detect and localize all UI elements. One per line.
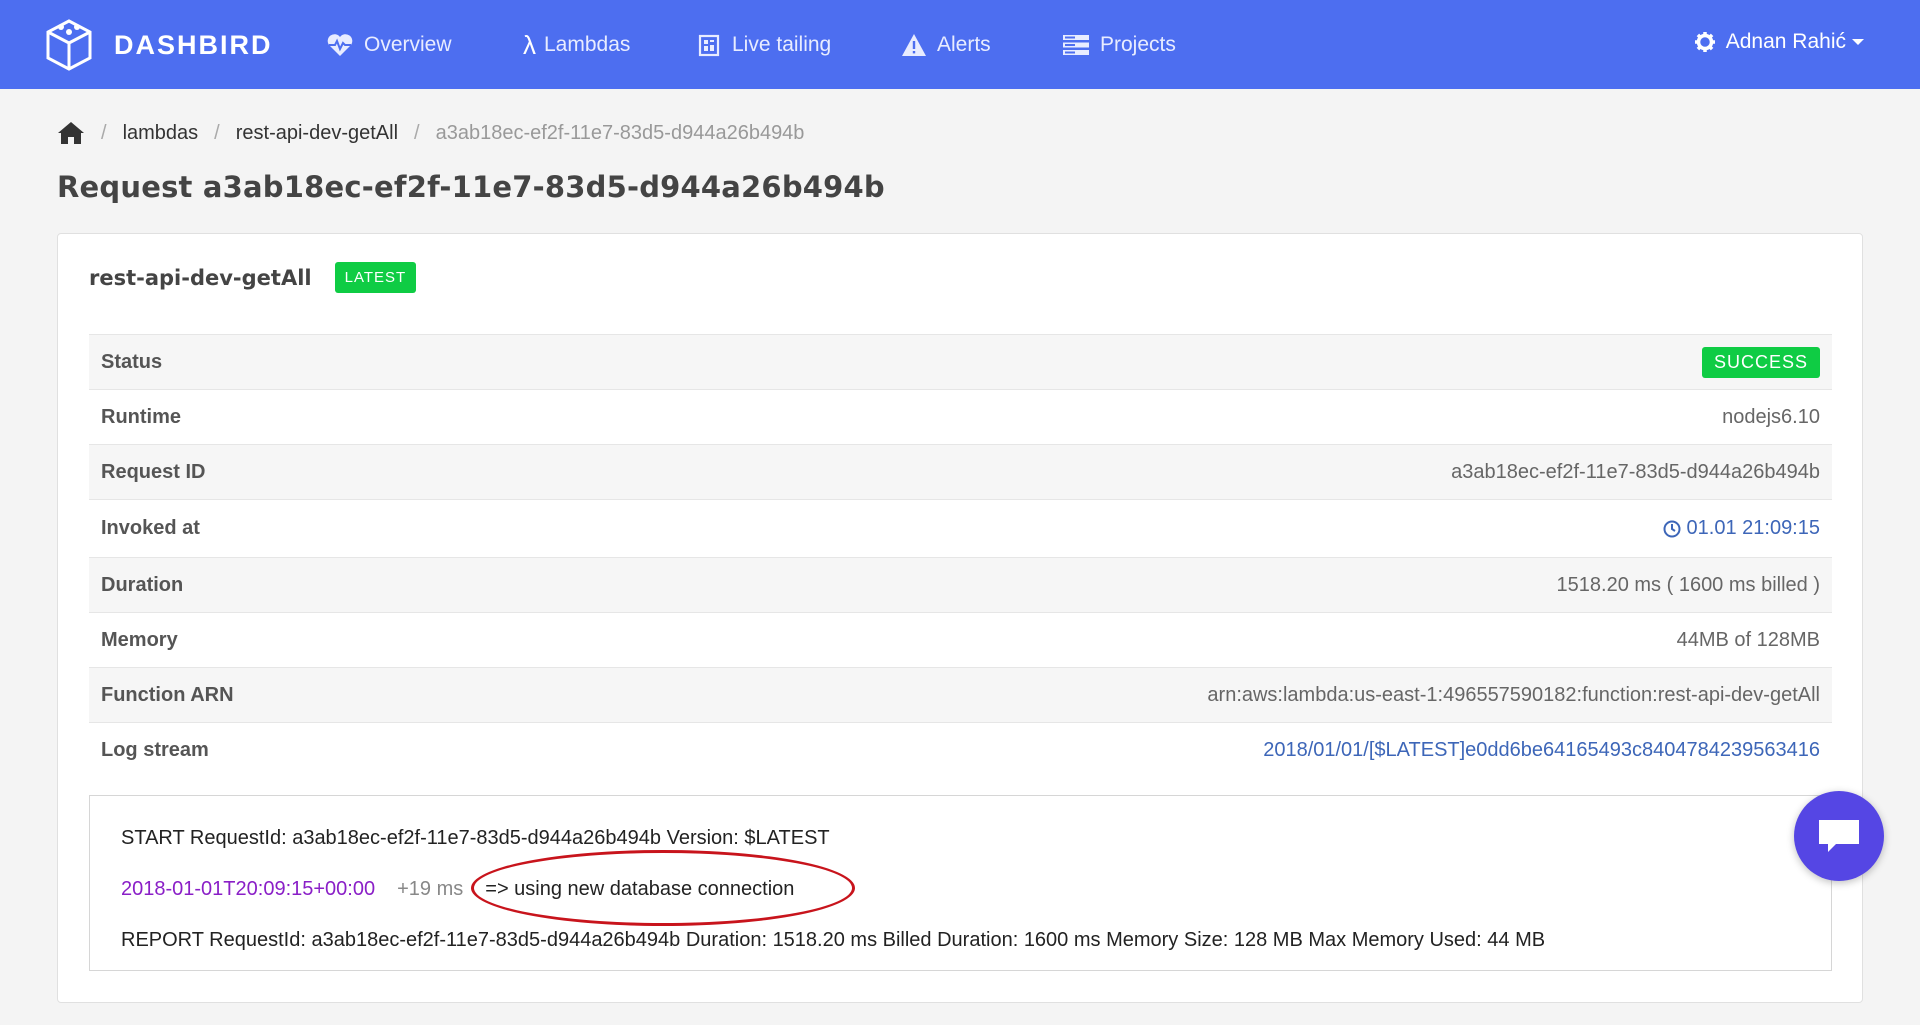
- nav-overview[interactable]: Overview: [326, 29, 452, 61]
- nav-lambdas[interactable]: λ Lambdas: [523, 29, 630, 61]
- function-name: rest-api-dev-getAll: [89, 265, 312, 290]
- page-title: Request a3ab18ec-ef2f-11e7-83d5-d944a26b…: [57, 170, 885, 204]
- breadcrumb-function[interactable]: rest-api-dev-getAll: [236, 122, 398, 145]
- detail-label: Runtime: [101, 405, 181, 428]
- log-output: START RequestId: a3ab18ec-ef2f-11e7-83d5…: [89, 795, 1832, 971]
- projects-icon: [1063, 35, 1089, 55]
- invoked-at-text: 01.01 21:09:15: [1686, 517, 1820, 539]
- runtime-value: nodejs6.10: [1722, 405, 1820, 428]
- detail-label: Memory: [101, 628, 178, 651]
- log-start-line: START RequestId: a3ab18ec-ef2f-11e7-83d5…: [121, 827, 830, 849]
- log-report-line: REPORT RequestId: a3ab18ec-ef2f-11e7-83d…: [121, 929, 1546, 951]
- top-navbar: DASHBIRD Overview λ Lambdas Live tailing…: [0, 0, 1920, 89]
- nav-overview-label: Overview: [364, 33, 452, 56]
- details-table: Status SUCCESS Runtime nodejs6.10 Reques…: [89, 334, 1832, 777]
- nav-alerts-label: Alerts: [937, 33, 991, 56]
- breadcrumb: / lambdas / rest-api-dev-getAll / a3ab18…: [57, 118, 804, 148]
- detail-row-log-stream: Log stream 2018/01/01/[$LATEST]e0dd6be64…: [89, 722, 1832, 777]
- duration-value: 1518.20 ms ( 1600 ms billed ): [1556, 573, 1820, 596]
- request-details-card: rest-api-dev-getAll LATEST Status SUCCES…: [57, 233, 1863, 1003]
- version-badge: LATEST: [334, 262, 417, 293]
- clock-icon: [1663, 520, 1681, 537]
- request-id-value: a3ab18ec-ef2f-11e7-83d5-d944a26b494b: [1451, 460, 1820, 483]
- breadcrumb-separator: /: [101, 121, 107, 144]
- brand-name: DASHBIRD: [114, 29, 273, 60]
- chat-icon: [1819, 820, 1859, 852]
- memory-value: 44MB of 128MB: [1676, 628, 1820, 651]
- detail-label: Request ID: [101, 460, 206, 483]
- detail-row-request-id: Request ID a3ab18ec-ef2f-11e7-83d5-d944a…: [89, 444, 1832, 499]
- log-timestamp: 2018-01-01T20:09:15+00:00: [121, 878, 376, 900]
- breadcrumb-separator: /: [414, 121, 420, 144]
- nav-alerts[interactable]: Alerts: [901, 29, 991, 61]
- nav-projects-label: Projects: [1100, 33, 1176, 56]
- detail-row-memory: Memory 44MB of 128MB: [89, 612, 1832, 667]
- card-header: rest-api-dev-getAll LATEST: [89, 262, 417, 293]
- live-tail-icon: [698, 34, 720, 57]
- detail-label: Function ARN: [101, 683, 234, 706]
- gear-icon: [1694, 32, 1715, 52]
- detail-label: Status: [101, 350, 163, 373]
- invoked-at-value[interactable]: 01.01 21:09:15: [1663, 517, 1820, 540]
- detail-label: Invoked at: [101, 517, 200, 539]
- nav-live-tailing-label: Live tailing: [732, 33, 832, 56]
- detail-label: Duration: [101, 573, 184, 596]
- detail-row-runtime: Runtime nodejs6.10: [89, 389, 1832, 444]
- home-icon[interactable]: [57, 121, 85, 145]
- user-menu[interactable]: Adnan Rahić: [1694, 30, 1864, 54]
- detail-row-invoked-at: Invoked at 01.01 21:09:15: [89, 499, 1832, 557]
- function-arn-value: arn:aws:lambda:us-east-1:496557590182:fu…: [1207, 683, 1820, 706]
- detail-row-function-arn: Function ARN arn:aws:lambda:us-east-1:49…: [89, 667, 1832, 722]
- log-stream-link[interactable]: 2018/01/01/[$LATEST]e0dd6be64165493c8404…: [1263, 739, 1820, 762]
- chevron-down-icon: [1852, 39, 1864, 45]
- breadcrumb-separator: /: [214, 121, 220, 144]
- nav-live-tailing[interactable]: Live tailing: [698, 29, 831, 61]
- heartbeat-icon: [327, 34, 353, 56]
- breadcrumb-request: a3ab18ec-ef2f-11e7-83d5-d944a26b494b: [435, 121, 805, 144]
- user-name: Adnan Rahić: [1725, 30, 1846, 53]
- status-badge: SUCCESS: [1701, 346, 1820, 378]
- nav-projects[interactable]: Projects: [1062, 29, 1176, 61]
- detail-label: Log stream: [101, 738, 209, 761]
- annotation-ellipse: [471, 850, 855, 926]
- dashbird-logo-icon: [46, 19, 92, 71]
- warning-icon: [902, 34, 926, 56]
- lambda-icon: λ: [523, 29, 536, 60]
- nav-lambdas-label: Lambdas: [544, 33, 631, 56]
- breadcrumb-lambdas[interactable]: lambdas: [123, 122, 199, 145]
- chat-button[interactable]: [1794, 791, 1884, 881]
- brand-link[interactable]: DASHBIRD: [44, 17, 273, 73]
- log-delta: +19 ms: [397, 878, 464, 900]
- detail-row-duration: Duration 1518.20 ms ( 1600 ms billed ): [89, 557, 1832, 612]
- detail-row-status: Status SUCCESS: [89, 334, 1832, 389]
